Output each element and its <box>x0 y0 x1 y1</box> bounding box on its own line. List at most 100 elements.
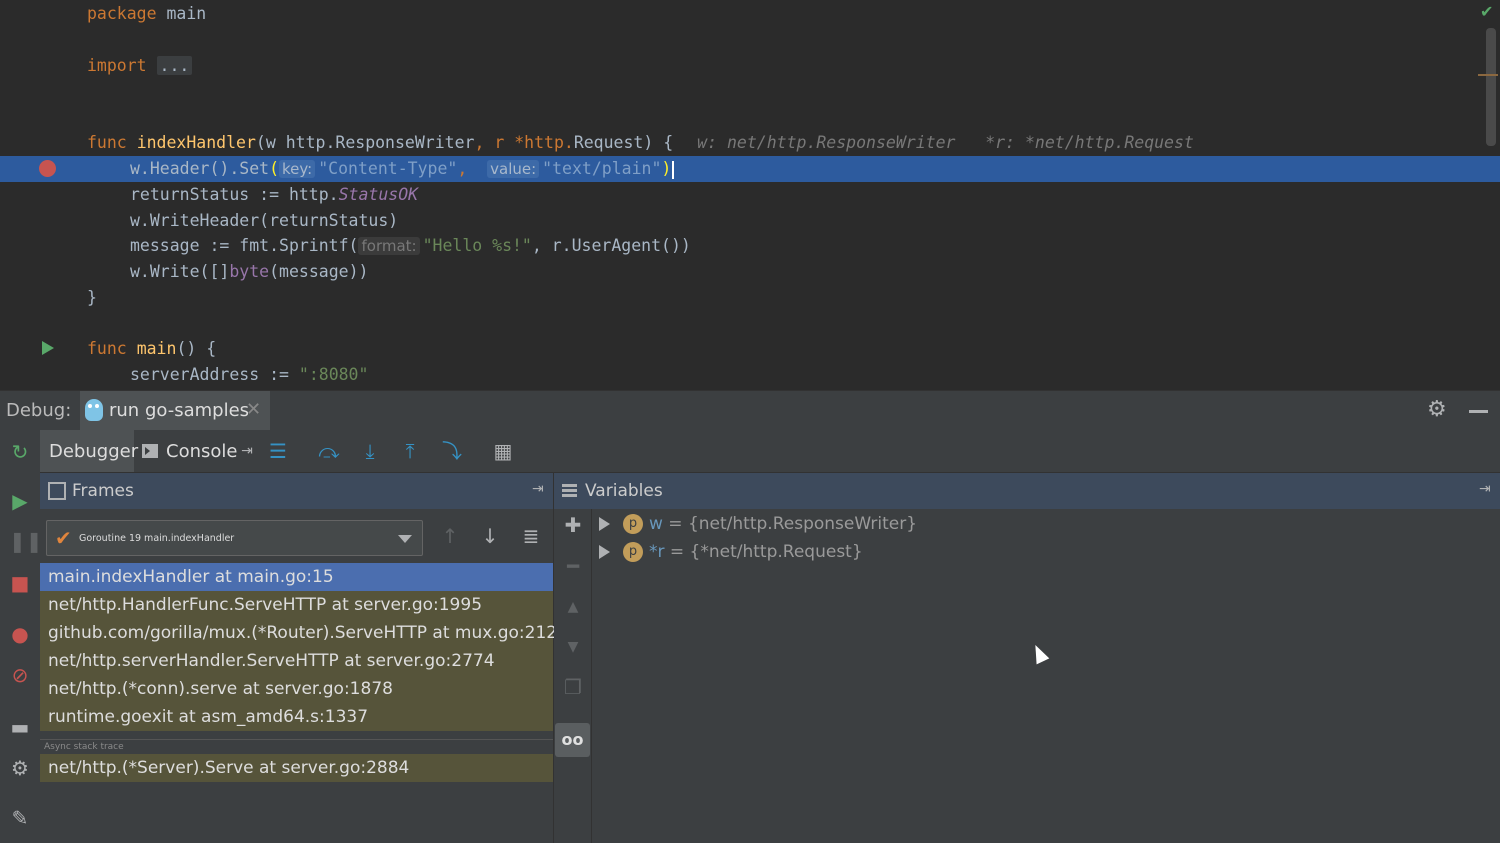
keyword: func <box>87 133 127 152</box>
move-up-icon[interactable]: ▲ <box>561 595 585 619</box>
run-config-tab[interactable]: run go-samples ✕ <box>80 391 270 431</box>
tab-debugger-label: Debugger <box>49 441 139 462</box>
debug-tabs-bar: Debugger Console ⇥ ☰ ⤼ ⤓ ⤒ ⤵ ▦ <box>40 430 1500 473</box>
restore-layout-icon[interactable]: ⇥ <box>234 438 260 464</box>
arrow-down-icon[interactable]: ↓ <box>478 524 502 548</box>
code-line[interactable]: serverAddress := ":8080" <box>0 362 1500 388</box>
layout-icon[interactable]: ▬ <box>9 716 31 738</box>
param-hint-format: format: <box>358 237 420 255</box>
keyword: package <box>87 4 157 23</box>
run-config-label: run go-samples <box>109 400 250 421</box>
code-line-func-index-handler[interactable]: func indexHandler(w http.ResponseWriter,… <box>0 130 1500 156</box>
code-text: ) { <box>643 133 674 152</box>
code-line-import[interactable]: import ... <box>0 53 1500 79</box>
separator <box>40 731 553 739</box>
code-text: returnStatus := http. <box>130 185 339 204</box>
step-into-icon[interactable]: ⤓ <box>357 438 383 464</box>
code-line-1[interactable]: package main <box>0 1 1500 27</box>
mute-breakpoints-icon[interactable]: ⊘ <box>9 664 31 686</box>
variable-row[interactable]: p *r = {*net/http.Request} <box>592 538 1192 566</box>
add-watch-icon[interactable]: ✚ <box>561 513 585 537</box>
stop-icon[interactable]: ■ <box>9 572 31 594</box>
view-breakpoints-icon[interactable]: ● <box>9 623 31 645</box>
string-literal: "text/plain" <box>542 159 662 178</box>
rerun-icon[interactable]: ↻ <box>9 441 31 463</box>
code-text: , r.UserAgent()) <box>531 236 691 255</box>
frame-item[interactable]: net/http.(*conn).serve at server.go:1878 <box>40 675 553 703</box>
parameter-badge-icon: p <box>623 514 643 534</box>
debug-side-toolbar: ↻ ▶ ❚❚ ■ ● ⊘ ▬ ⚙ ✎ <box>0 430 43 843</box>
expand-icon[interactable] <box>599 545 610 559</box>
code-line[interactable]: w.Write([]byte(message)) <box>0 259 1500 285</box>
code-text: , <box>457 159 488 178</box>
filter-frames-icon[interactable]: ≣ <box>519 524 543 548</box>
code-text: (w http. <box>255 133 336 152</box>
expand-icon[interactable] <box>599 517 610 531</box>
resume-icon[interactable]: ▶ <box>9 490 31 512</box>
step-out-icon[interactable]: ⤒ <box>397 438 423 464</box>
frame-item[interactable]: main.indexHandler at main.go:15 <box>40 563 553 591</box>
close-icon[interactable]: ✕ <box>246 399 261 420</box>
frame-item[interactable]: net/http.HandlerFunc.ServeHTTP at server… <box>40 591 553 619</box>
editor-scrollbar[interactable] <box>1486 28 1496 146</box>
frames-title-bar: Frames ⇥ <box>40 473 553 509</box>
minimize-icon[interactable] <box>1469 410 1488 413</box>
thread-selector-value: Goroutine 19 main.indexHandler <box>79 533 235 544</box>
move-down-icon[interactable]: ▼ <box>561 635 585 659</box>
async-frame-item[interactable]: net/http.(*Server).Serve at server.go:28… <box>40 754 553 782</box>
variable-row[interactable]: p w = {net/http.ResponseWriter} <box>592 510 1192 538</box>
frame-item[interactable]: github.com/gorilla/mux.(*Router).ServeHT… <box>40 619 557 647</box>
code-text: (message)) <box>269 262 369 281</box>
keyword: func <box>87 339 127 358</box>
code-text: message := fmt.Sprintf( <box>130 236 359 255</box>
code-text: , r *http. <box>474 133 574 152</box>
step-over-icon[interactable]: ⤼ <box>316 438 342 464</box>
variables-title: Variables <box>585 481 663 501</box>
frame-item[interactable]: net/http.serverHandler.ServeHTTP at serv… <box>40 647 553 675</box>
frames-panel: Frames ⇥ ✔ Goroutine 19 main.indexHandle… <box>40 473 557 843</box>
copy-icon[interactable]: ❐ <box>561 675 585 699</box>
code-editor[interactable]: ✔ package main import ... func indexHand… <box>0 0 1500 390</box>
show-execution-point-icon[interactable]: ☰ <box>265 438 291 464</box>
code-text: } <box>87 288 97 307</box>
code-text: w.Write([] <box>130 262 230 281</box>
code-text: w.WriteHeader(returnStatus) <box>130 211 399 230</box>
code-line[interactable]: returnStatus := http.StatusOK <box>0 182 1500 208</box>
code-line[interactable]: message := fmt.Sprintf(format: "Hello %s!… <box>0 233 1500 259</box>
pause-icon[interactable]: ❚❚ <box>9 530 43 552</box>
run-to-cursor-icon[interactable]: ⤵ <box>439 438 465 464</box>
code-text: w.Header().Set <box>130 159 270 178</box>
gear-icon[interactable]: ⚙ <box>1427 397 1447 422</box>
debug-header: Debug: run go-samples ✕ ⚙ <box>0 390 1500 432</box>
settings-icon[interactable]: ⚙ <box>9 757 31 779</box>
chevron-down-icon <box>398 535 412 543</box>
type-name: Request <box>573 133 644 152</box>
tab-debugger[interactable]: Debugger <box>40 430 138 472</box>
variables-icon <box>562 484 577 487</box>
variable-value: = {net/http.ResponseWriter} <box>662 514 918 534</box>
hide-panel-icon[interactable]: ⇥ <box>532 481 544 497</box>
type-name: byte <box>229 262 270 281</box>
frames-list: main.indexHandler at main.go:15 net/http… <box>40 563 557 782</box>
evaluate-expression-icon[interactable]: ▦ <box>490 438 516 464</box>
code-line[interactable]: w.WriteHeader(returnStatus) <box>0 208 1500 234</box>
text-caret <box>672 160 675 179</box>
variable-value: = {*net/http.Request} <box>664 542 863 562</box>
code-line[interactable]: } <box>0 285 1500 311</box>
pin-icon[interactable]: ✎ <box>9 807 31 829</box>
thread-selector[interactable]: ✔ Goroutine 19 main.indexHandler <box>46 520 423 556</box>
remove-watch-icon[interactable]: ━ <box>561 554 585 578</box>
arrow-up-icon[interactable]: ↑ <box>438 524 462 548</box>
breakpoint-icon[interactable] <box>39 160 56 177</box>
code-text: serverAddress := <box>130 365 299 384</box>
glasses-icon[interactable]: oo <box>555 723 590 757</box>
gopher-icon <box>85 399 103 421</box>
frame-item[interactable]: runtime.goexit at asm_amd64.s:1337 <box>40 703 553 731</box>
inline-debug-values: w: net/http.ResponseWriter *r: *net/http… <box>697 133 1194 152</box>
string-literal: "Hello %s!" <box>422 236 532 255</box>
hide-panel-icon[interactable]: ⇥ <box>1479 481 1491 497</box>
code-line-func-main[interactable]: func main() { <box>0 336 1500 362</box>
folded-imports[interactable]: ... <box>156 56 193 75</box>
execution-line[interactable]: w.Header().Set(key: "Content-Type", value… <box>0 156 1500 182</box>
tab-console[interactable]: Console <box>142 441 237 462</box>
